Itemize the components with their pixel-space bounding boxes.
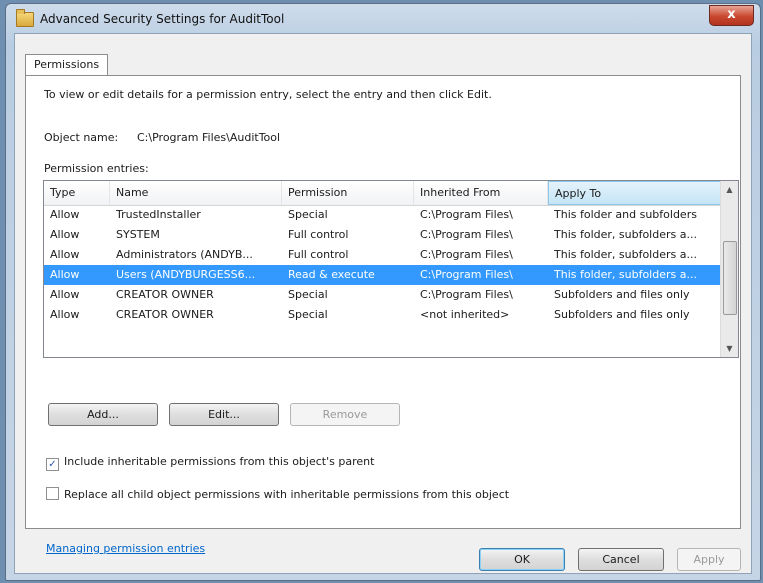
edit-button[interactable]: Edit... <box>169 403 279 426</box>
cell-apply-to: This folder, subfolders a... <box>554 228 697 241</box>
table-row[interactable]: Allow TrustedInstaller Special C:\Progra… <box>44 205 722 225</box>
cell-inherited-from: C:\Program Files\ <box>420 228 513 241</box>
cell-name: Users (ANDYBURGESS6... <box>116 268 256 281</box>
cell-apply-to: Subfolders and files only <box>554 288 690 301</box>
cell-permission: Special <box>288 208 328 221</box>
replace-child-option[interactable]: Replace all child object permissions wit… <box>46 487 509 501</box>
replace-child-label: Replace all child object permissions wit… <box>64 488 510 501</box>
table-row[interactable]: Allow Administrators (ANDYB... Full cont… <box>44 245 722 265</box>
list-header: Type Name Permission Inherited From Appl… <box>44 181 722 206</box>
cell-inherited-from: <not inherited> <box>420 308 510 321</box>
cell-permission: Full control <box>288 248 349 261</box>
table-row[interactable]: Allow CREATOR OWNER Special <not inherit… <box>44 305 722 325</box>
cell-apply-to: Subfolders and files only <box>554 308 690 321</box>
cell-type: Allow <box>50 288 80 301</box>
folder-icon <box>16 9 34 27</box>
table-row-selected[interactable]: Allow Users (ANDYBURGESS6... Read & exec… <box>44 265 722 285</box>
column-header-name[interactable]: Name <box>110 181 282 205</box>
cell-apply-to: This folder, subfolders a... <box>554 248 697 261</box>
scrollbar-thumb[interactable] <box>723 241 737 315</box>
cell-inherited-from: C:\Program Files\ <box>420 288 513 301</box>
object-name-label: Object name: <box>44 131 119 144</box>
window-title: Advanced Security Settings for AuditTool <box>40 12 285 26</box>
object-name-value: C:\Program Files\AuditTool <box>137 131 281 144</box>
cell-apply-to: This folder and subfolders <box>554 208 697 221</box>
cell-permission: Read & execute <box>288 268 375 281</box>
cell-type: Allow <box>50 228 80 241</box>
include-inheritable-option[interactable]: ✓ Include inheritable permissions from th… <box>46 455 374 471</box>
cell-name: CREATOR OWNER <box>116 288 214 301</box>
cell-type: Allow <box>50 248 80 261</box>
cell-type: Allow <box>50 268 80 281</box>
column-header-apply-to[interactable]: Apply To <box>548 181 722 205</box>
permission-entries-list[interactable]: Type Name Permission Inherited From Appl… <box>43 180 739 358</box>
tab-permissions[interactable]: Permissions <box>25 54 109 75</box>
instruction-text: To view or edit details for a permission… <box>44 88 492 101</box>
include-inheritable-label: Include inheritable permissions from thi… <box>64 455 375 468</box>
cell-permission: Full control <box>288 228 349 241</box>
scroll-down-icon[interactable]: ▼ <box>721 340 738 357</box>
permission-entries-label: Permission entries: <box>44 162 149 175</box>
cell-type: Allow <box>50 308 80 321</box>
column-header-inherited-from[interactable]: Inherited From <box>414 181 548 205</box>
apply-button[interactable]: Apply <box>677 548 741 571</box>
add-button[interactable]: Add... <box>48 403 158 426</box>
cell-permission: Special <box>288 288 328 301</box>
cell-inherited-from: C:\Program Files\ <box>420 208 513 221</box>
cell-name: TrustedInstaller <box>116 208 201 221</box>
cell-inherited-from: C:\Program Files\ <box>420 268 513 281</box>
cell-name: CREATOR OWNER <box>116 308 214 321</box>
cell-name: SYSTEM <box>116 228 160 241</box>
ok-button[interactable]: OK <box>479 548 565 571</box>
cancel-button[interactable]: Cancel <box>578 548 664 571</box>
managing-permissions-link[interactable]: Managing permission entries <box>46 542 205 555</box>
list-scrollbar[interactable]: ▲ ▼ <box>720 181 738 357</box>
cell-inherited-from: C:\Program Files\ <box>420 248 513 261</box>
table-row[interactable]: Allow CREATOR OWNER Special C:\Program F… <box>44 285 722 305</box>
title-bar[interactable]: Advanced Security Settings for AuditTool… <box>6 4 760 34</box>
cell-apply-to: This folder, subfolders a... <box>554 268 697 281</box>
column-header-permission[interactable]: Permission <box>282 181 414 205</box>
security-settings-window: Advanced Security Settings for AuditTool… <box>5 3 761 581</box>
replace-child-checkbox[interactable] <box>46 487 59 500</box>
cell-permission: Special <box>288 308 328 321</box>
permissions-panel: To view or edit details for a permission… <box>25 75 741 555</box>
close-button[interactable]: x <box>709 5 754 26</box>
cell-type: Allow <box>50 208 80 221</box>
column-header-type[interactable]: Type <box>44 181 110 205</box>
cell-name: Administrators (ANDYB... <box>116 248 253 261</box>
remove-button[interactable]: Remove <box>290 403 400 426</box>
dialog-client: Permissions To view or edit details for … <box>14 33 752 574</box>
include-inheritable-checkbox[interactable]: ✓ <box>46 458 59 471</box>
scroll-up-icon[interactable]: ▲ <box>721 181 738 198</box>
table-row[interactable]: Allow SYSTEM Full control C:\Program Fil… <box>44 225 722 245</box>
